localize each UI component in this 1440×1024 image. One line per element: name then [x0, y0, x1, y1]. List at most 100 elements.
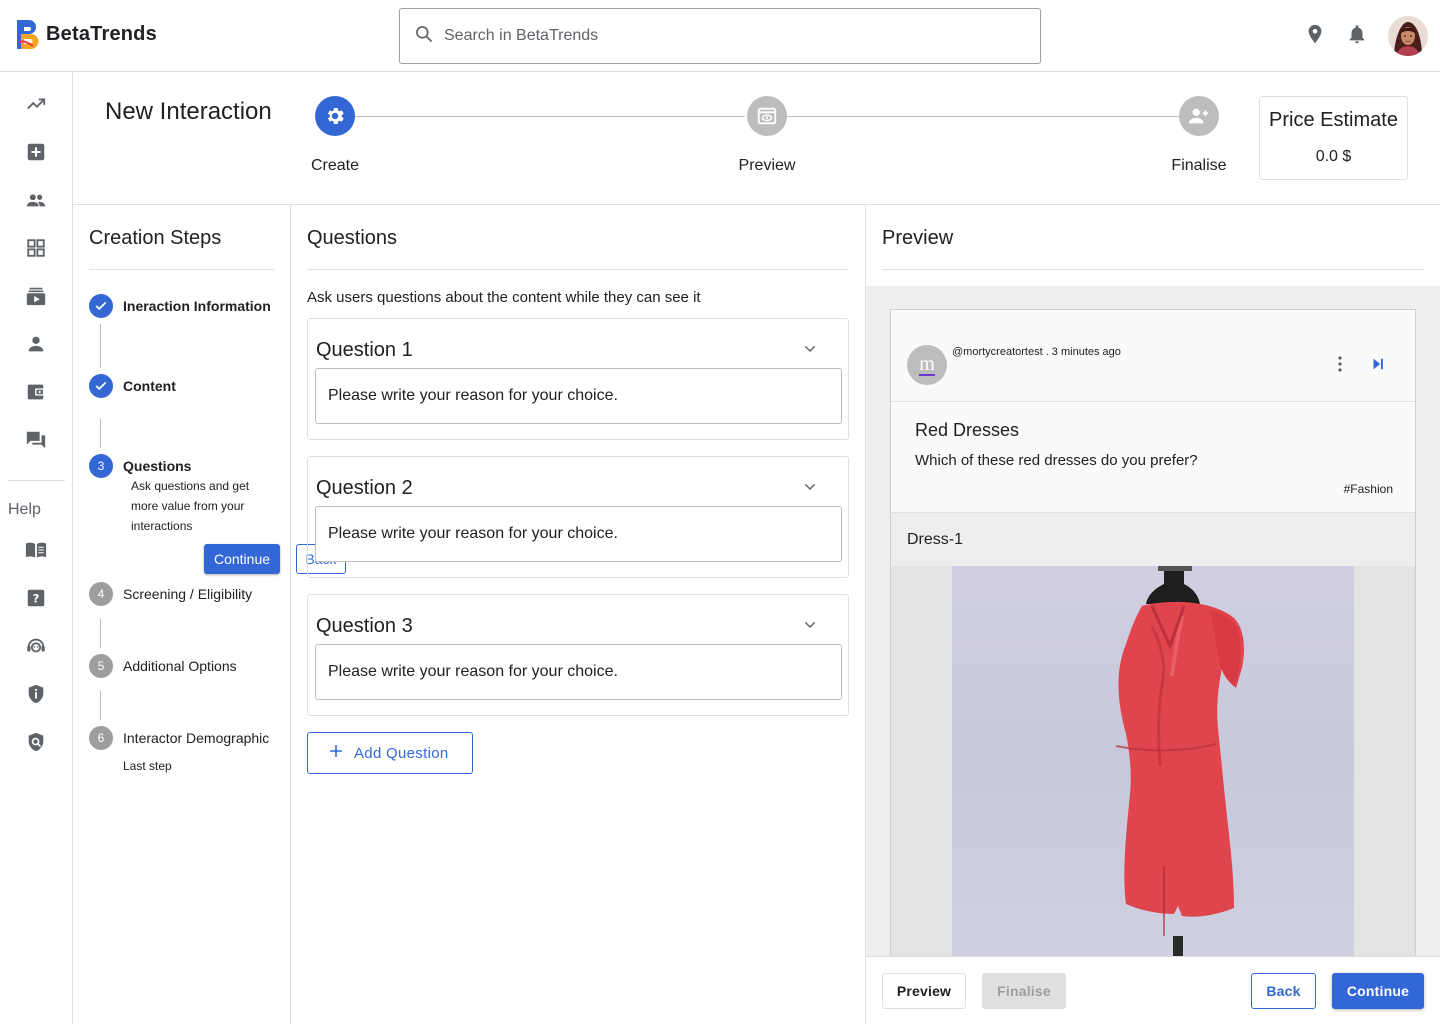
stepper-connector [787, 116, 1179, 117]
post-title: Red Dresses [915, 420, 1020, 440]
step-finalise-label[interactable]: Finalise [1139, 157, 1259, 175]
user-avatar[interactable] [1388, 16, 1428, 56]
divider [882, 269, 1424, 270]
book-icon[interactable] [24, 538, 48, 562]
page-title: New Interaction [105, 98, 272, 125]
creation-step-label: Ineraction Information [123, 298, 271, 314]
creation-step-description: Ask questions and get more value from yo… [131, 479, 250, 533]
question-card-3: Question 3 [307, 594, 849, 716]
check-icon [89, 374, 113, 398]
brand-logo[interactable]: BetaTrends [16, 18, 157, 50]
stepper-connector [355, 116, 745, 117]
add-box-icon[interactable] [24, 140, 48, 164]
search-box[interactable] [399, 8, 1041, 64]
search-input[interactable] [444, 27, 1004, 45]
step-connector [100, 324, 101, 368]
questions-panel: Questions Ask users questions about the … [291, 205, 866, 1024]
brand-name: BetaTrends [46, 22, 157, 45]
finalise-button[interactable]: Finalise [982, 973, 1066, 1009]
post-user-line: @mortycreatortest . 3 minutes ago [952, 346, 1121, 358]
creation-step-label: Content [123, 378, 176, 394]
step-number-badge: 4 [89, 582, 113, 606]
back-button[interactable]: Back [1251, 973, 1316, 1009]
step-continue-button[interactable]: Continue [204, 544, 280, 574]
questions-intro: Ask users questions about the content wh… [307, 289, 701, 306]
red-dress-photo [952, 566, 1354, 956]
search-icon [414, 24, 434, 49]
question-title: Question 2 [316, 477, 413, 499]
step-connector [100, 690, 101, 720]
step-preview-label[interactable]: Preview [707, 157, 827, 175]
preview-title: Preview [882, 227, 954, 249]
privacy-shield-icon[interactable] [24, 730, 48, 754]
location-pin-icon[interactable] [1304, 23, 1326, 50]
preview-panel: Preview m @mortycreatortest . 3 minutes … [866, 205, 1440, 1024]
grid-view-icon[interactable] [24, 236, 48, 260]
add-question-button[interactable]: Add Question [307, 732, 473, 774]
post-avatar: m [907, 345, 947, 385]
creation-step-label: Additional Options [123, 658, 237, 674]
question-card-2: Question 2 [307, 456, 849, 578]
post-option-label: Dress-1 [907, 531, 964, 548]
step-number-badge: 5 [89, 654, 113, 678]
step-create-icon[interactable] [315, 96, 355, 136]
help-question-icon[interactable]: ? [24, 586, 48, 610]
question-card-1: Question 1 [307, 318, 849, 440]
question-title: Question 3 [316, 615, 413, 637]
question-input[interactable] [315, 644, 842, 700]
chevron-down-icon[interactable] [802, 479, 818, 500]
wallet-icon[interactable] [24, 380, 48, 404]
chevron-down-icon[interactable] [802, 617, 818, 638]
add-question-label: Add Question [354, 744, 449, 762]
step-number-badge: 6 [89, 726, 113, 750]
step-create-label[interactable]: Create [275, 157, 395, 175]
creation-steps-panel: Creation Steps Ineraction Information Co… [73, 205, 346, 1024]
creation-step-label: Interactor Demographic [123, 730, 270, 746]
step-connector [100, 618, 101, 648]
preview-footer: Preview Finalise Back Continue [866, 956, 1440, 1024]
post-option-image[interactable] [891, 566, 1415, 956]
preview-post-card: m @mortycreatortest . 3 minutes ago Red … [890, 309, 1416, 956]
rail-divider [8, 480, 65, 481]
question-input[interactable] [315, 368, 842, 424]
top-icons [1304, 16, 1428, 56]
trending-up-icon[interactable] [24, 92, 48, 116]
question-input[interactable] [315, 506, 842, 562]
subscriptions-icon[interactable] [24, 284, 48, 308]
price-estimate-title: Price Estimate [1269, 109, 1398, 131]
question-title: Question 1 [316, 339, 413, 361]
check-icon [89, 294, 113, 318]
post-body: Red Dresses Which of these red dresses d… [891, 402, 1415, 513]
creation-step-label: Screening / Eligibility [123, 586, 253, 602]
brand-logo-mark [16, 18, 42, 50]
help-label: Help [8, 501, 41, 518]
creation-step-label: Questions [123, 458, 192, 474]
post-tag[interactable]: #Fashion [1344, 482, 1393, 496]
step-connector [100, 418, 101, 448]
skip-next-icon[interactable] [1369, 354, 1387, 379]
step-preview-icon[interactable] [747, 96, 787, 136]
people-icon[interactable] [24, 188, 48, 212]
price-estimate-value: 0.0 $ [1315, 148, 1352, 165]
person-icon[interactable] [24, 332, 48, 356]
chevron-down-icon[interactable] [802, 341, 818, 362]
step-finalise-icon[interactable] [1179, 96, 1219, 136]
divider [89, 269, 274, 270]
plus-icon [328, 743, 344, 763]
post-avatar-letter: m [919, 353, 935, 376]
preview-button[interactable]: Preview [882, 973, 966, 1009]
svg-text:?: ? [33, 592, 40, 606]
price-estimate-box: Price Estimate 0.0 $ [1259, 96, 1408, 180]
forum-icon[interactable] [24, 428, 48, 452]
divider [307, 269, 849, 270]
questions-title: Questions [307, 227, 398, 249]
continue-button[interactable]: Continue [1332, 973, 1424, 1009]
step-number-badge: 3 [89, 454, 113, 478]
more-vert-icon[interactable] [1331, 354, 1349, 379]
post-header: m @mortycreatortest . 3 minutes ago [891, 310, 1415, 402]
left-nav-rail: Help ? [0, 72, 73, 1024]
notifications-bell-icon[interactable] [1346, 23, 1368, 50]
support-agent-icon[interactable] [24, 634, 48, 658]
creation-step-description: Last step [123, 759, 172, 773]
policy-info-icon[interactable] [24, 682, 48, 706]
